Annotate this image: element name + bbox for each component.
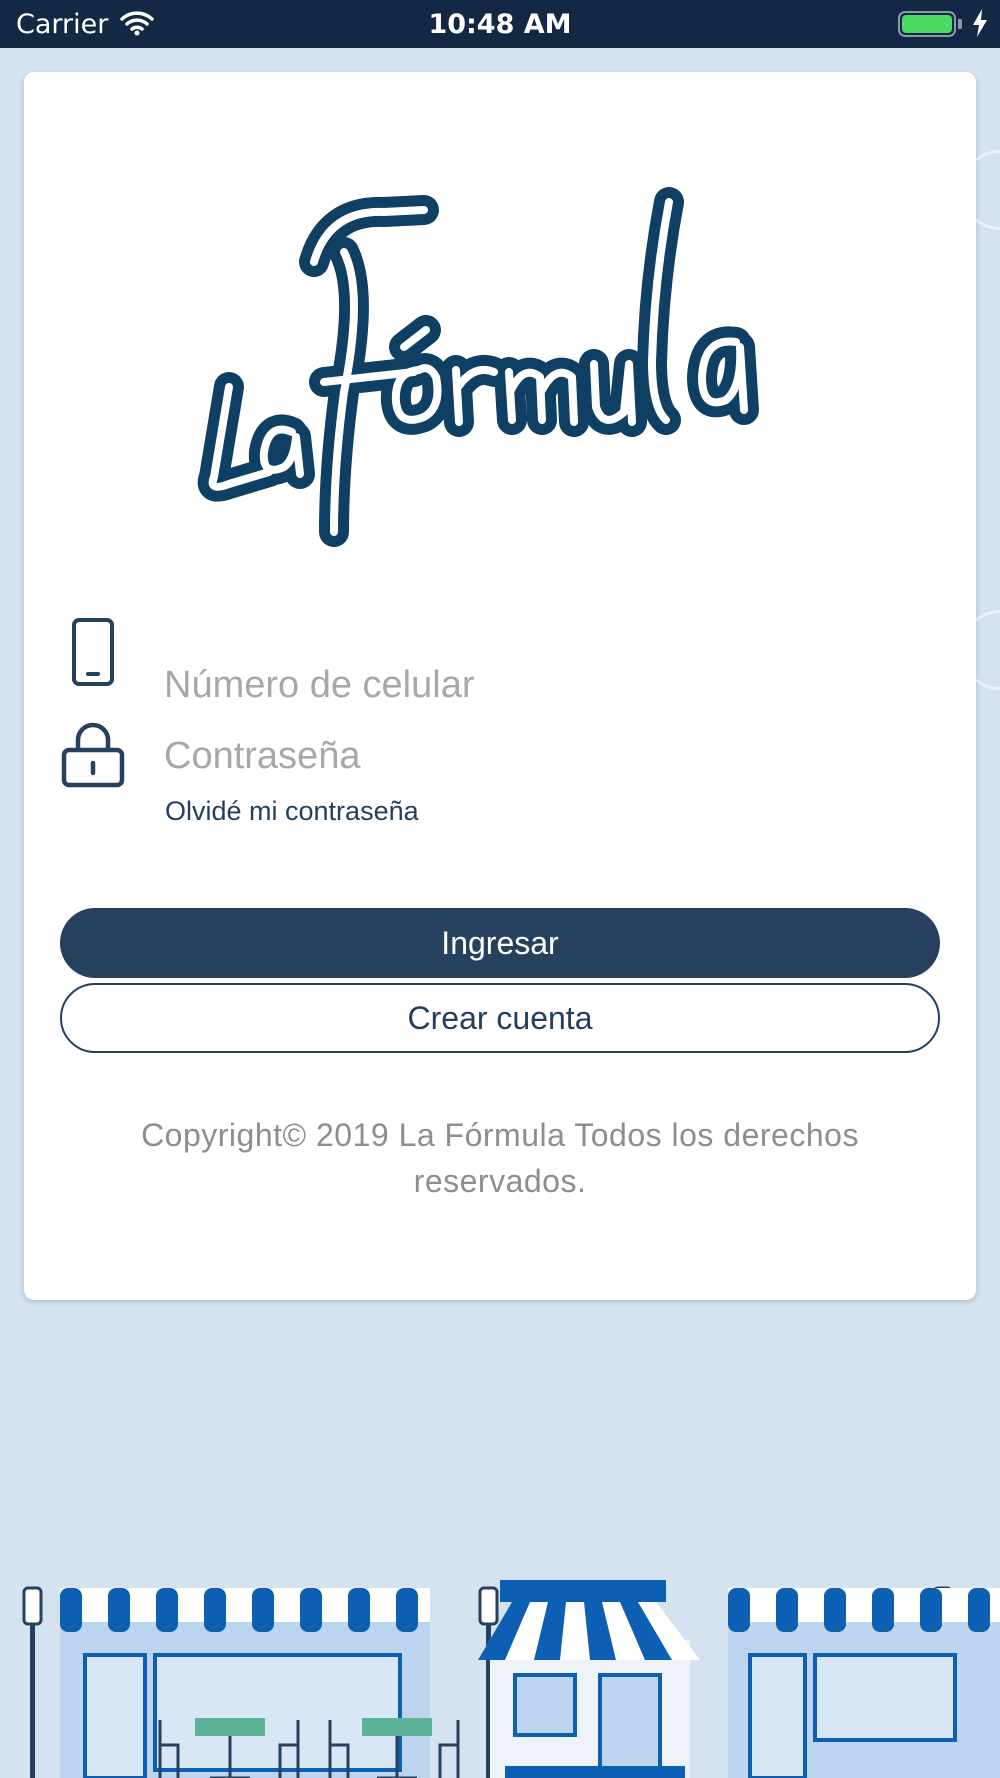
password-input[interactable] — [164, 726, 944, 786]
forgot-password-link[interactable]: Olvidé mi contraseña — [165, 796, 419, 827]
status-bar: Carrier 10:48 AM — [0, 0, 1000, 48]
phone-number-input[interactable] — [164, 655, 944, 715]
status-time: 10:48 AM — [428, 9, 572, 40]
lock-icon — [61, 722, 125, 788]
create-account-button[interactable]: Crear cuenta — [60, 983, 940, 1053]
la-formula-logo — [197, 187, 759, 547]
battery-tip — [958, 19, 962, 29]
storefront-illustration — [22, 1580, 1000, 1778]
mobile-phone-icon — [72, 618, 114, 686]
login-card: Olvidé mi contraseña Ingresar Crear cuen… — [24, 72, 976, 1300]
battery-fill — [902, 15, 952, 33]
charging-bolt-icon — [973, 9, 987, 37]
battery-icon — [898, 11, 956, 37]
copyright-text: Copyright© 2019 La Fórmula Todos los der… — [141, 1117, 859, 1199]
login-button[interactable]: Ingresar — [60, 908, 940, 978]
